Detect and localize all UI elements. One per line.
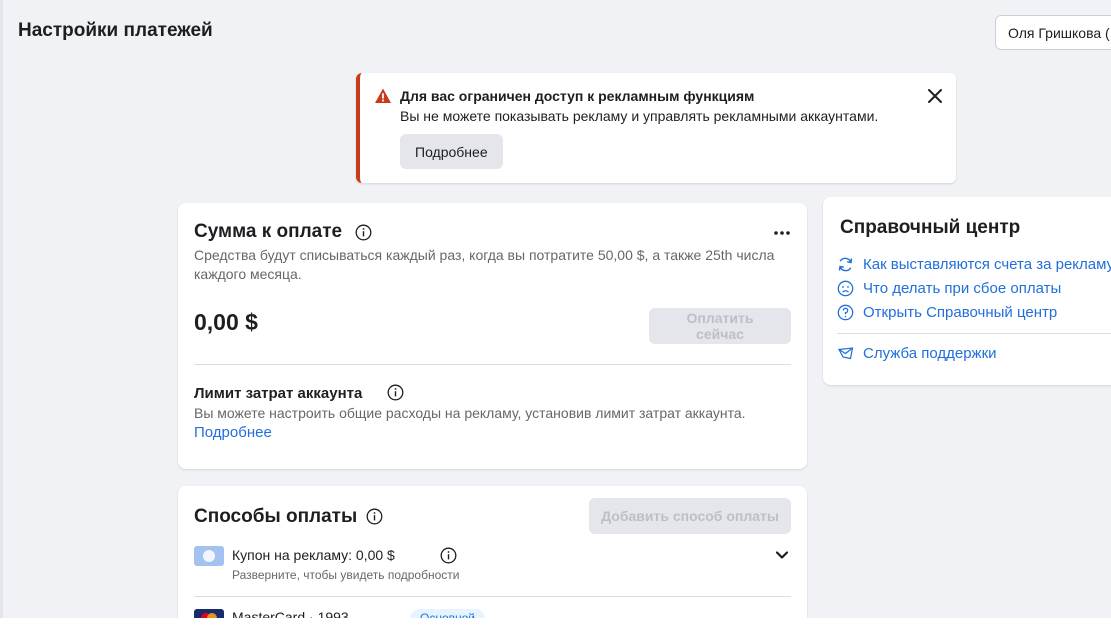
spending-limit-title: Лимит затрат аккаунта — [194, 385, 363, 402]
info-icon[interactable] — [366, 508, 383, 525]
alert-learn-more-button[interactable]: Подробнее — [400, 134, 503, 169]
support-link-label[interactable]: Служба поддержки — [863, 345, 997, 362]
alert-title: Для вас ограничен доступ к рекламным фун… — [400, 88, 755, 104]
warning-icon — [375, 88, 391, 103]
divider — [837, 333, 1111, 334]
add-payment-method-button[interactable]: Добавить способ оплаты — [589, 498, 791, 534]
left-frame-edge — [0, 0, 3, 618]
page-title: Настройки платежей — [18, 20, 213, 41]
pay-now-button[interactable]: Оплатить сейчас — [649, 308, 791, 344]
help-link-label[interactable]: Что делать при сбое оплаты — [863, 280, 1061, 297]
help-link-payment-failure[interactable]: Что делать при сбое оплаты — [837, 278, 1061, 298]
envelope-icon — [838, 346, 854, 359]
divider — [194, 364, 791, 365]
amount-due-description: Средства будут списываться каждый раз, к… — [194, 247, 775, 282]
spending-limit-learn-more-link[interactable]: Подробнее — [194, 424, 272, 441]
alert-text: Вы не можете показывать рекламу и управл… — [400, 108, 879, 124]
amount-due-title: Сумма к оплате — [194, 221, 343, 242]
coupon-icon — [194, 546, 224, 566]
account-switcher[interactable]: Оля Гришкова ( — [995, 15, 1111, 50]
help-link-label[interactable]: Как выставляются счета за рекламу — [863, 256, 1111, 273]
coupon-subtitle: Разверните, чтобы увидеть подробности — [232, 568, 460, 582]
info-icon[interactable] — [440, 547, 457, 564]
help-link-billing[interactable]: Как выставляются счета за рекламу — [837, 254, 1111, 274]
amount-due-value: 0,00 $ — [194, 309, 258, 335]
payment-methods-card: Способы оплаты Добавить способ оплаты Ку… — [178, 486, 807, 629]
bottom-strip — [0, 618, 1111, 635]
chevron-down-icon[interactable] — [775, 548, 789, 562]
help-center-card: Справочный центр Как выставляются счета … — [823, 197, 1111, 385]
close-icon[interactable] — [926, 87, 944, 105]
spending-limit-description: Вы можете настроить общие расходы на рек… — [194, 405, 746, 421]
help-link-open-help-center[interactable]: Открыть Справочный центр — [837, 302, 1057, 322]
frown-icon — [837, 280, 854, 296]
support-link[interactable]: Служба поддержки — [837, 343, 997, 363]
help-link-label[interactable]: Открыть Справочный центр — [863, 304, 1057, 321]
amount-due-card: Сумма к оплате Средства будут списыватьс… — [178, 203, 807, 469]
refresh-icon — [838, 257, 853, 271]
restriction-alert: Для вас ограничен доступ к рекламным фун… — [356, 73, 956, 183]
divider — [194, 596, 791, 597]
help-center-title: Справочный центр — [840, 217, 1021, 238]
payment-methods-title: Способы оплаты — [194, 506, 358, 527]
question-icon — [837, 304, 854, 320]
info-icon[interactable] — [355, 224, 372, 241]
more-options-icon[interactable] — [772, 228, 792, 238]
coupon-title: Купон на рекламу: 0,00 $ — [232, 547, 395, 563]
info-icon[interactable] — [387, 384, 404, 401]
